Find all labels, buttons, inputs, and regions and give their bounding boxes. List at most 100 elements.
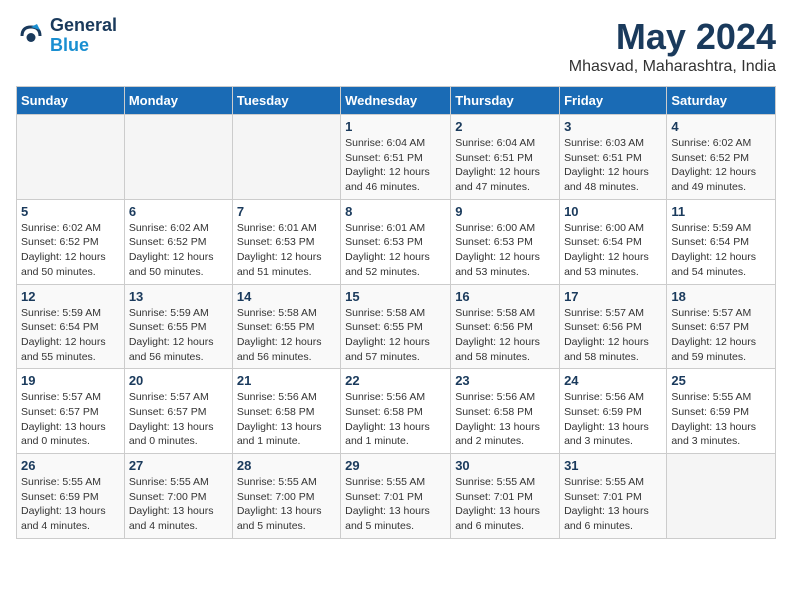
calendar-cell: 7 Sunrise: 6:01 AM Sunset: 6:53 PM Daylig… — [232, 199, 340, 284]
calendar-cell: 12 Sunrise: 5:59 AM Sunset: 6:54 PM Dayli… — [17, 284, 125, 369]
day-number: 19 — [21, 373, 120, 388]
month-title: May 2024 — [569, 16, 776, 58]
weekday-header-tuesday: Tuesday — [232, 87, 340, 115]
title-block: May 2024 Mhasvad, Maharashtra, India — [569, 16, 776, 76]
calendar-cell: 15 Sunrise: 5:58 AM Sunset: 6:55 PM Dayli… — [341, 284, 451, 369]
day-number: 11 — [671, 204, 771, 219]
calendar-cell: 26 Sunrise: 5:55 AM Sunset: 6:59 PM Dayli… — [17, 454, 125, 539]
calendar-week-row: 12 Sunrise: 5:59 AM Sunset: 6:54 PM Dayli… — [17, 284, 776, 369]
weekday-header-monday: Monday — [124, 87, 232, 115]
weekday-header-saturday: Saturday — [667, 87, 776, 115]
calendar-cell: 19 Sunrise: 5:57 AM Sunset: 6:57 PM Dayli… — [17, 369, 125, 454]
day-number: 7 — [237, 204, 336, 219]
day-info: Sunrise: 5:57 AM Sunset: 6:56 PM Dayligh… — [564, 306, 662, 365]
weekday-header-friday: Friday — [560, 87, 667, 115]
day-info: Sunrise: 5:59 AM Sunset: 6:55 PM Dayligh… — [129, 306, 228, 365]
calendar-cell: 28 Sunrise: 5:55 AM Sunset: 7:00 PM Dayli… — [232, 454, 340, 539]
calendar-cell — [232, 115, 340, 200]
day-info: Sunrise: 5:57 AM Sunset: 6:57 PM Dayligh… — [21, 390, 120, 449]
day-info: Sunrise: 6:02 AM Sunset: 6:52 PM Dayligh… — [129, 221, 228, 280]
calendar-cell: 29 Sunrise: 5:55 AM Sunset: 7:01 PM Dayli… — [341, 454, 451, 539]
calendar-cell: 21 Sunrise: 5:56 AM Sunset: 6:58 PM Dayli… — [232, 369, 340, 454]
calendar-cell — [17, 115, 125, 200]
calendar-cell — [124, 115, 232, 200]
day-info: Sunrise: 5:57 AM Sunset: 6:57 PM Dayligh… — [671, 306, 771, 365]
day-info: Sunrise: 5:58 AM Sunset: 6:55 PM Dayligh… — [237, 306, 336, 365]
day-number: 16 — [455, 289, 555, 304]
day-info: Sunrise: 5:55 AM Sunset: 7:01 PM Dayligh… — [345, 475, 446, 534]
calendar-cell: 17 Sunrise: 5:57 AM Sunset: 6:56 PM Dayli… — [560, 284, 667, 369]
day-info: Sunrise: 5:55 AM Sunset: 7:01 PM Dayligh… — [455, 475, 555, 534]
day-info: Sunrise: 6:04 AM Sunset: 6:51 PM Dayligh… — [345, 136, 446, 195]
day-number: 17 — [564, 289, 662, 304]
calendar-week-row: 26 Sunrise: 5:55 AM Sunset: 6:59 PM Dayli… — [17, 454, 776, 539]
day-number: 3 — [564, 119, 662, 134]
calendar-cell: 6 Sunrise: 6:02 AM Sunset: 6:52 PM Daylig… — [124, 199, 232, 284]
day-info: Sunrise: 5:55 AM Sunset: 7:01 PM Dayligh… — [564, 475, 662, 534]
day-number: 29 — [345, 458, 446, 473]
calendar-cell: 20 Sunrise: 5:57 AM Sunset: 6:57 PM Dayli… — [124, 369, 232, 454]
day-info: Sunrise: 6:00 AM Sunset: 6:53 PM Dayligh… — [455, 221, 555, 280]
day-number: 30 — [455, 458, 555, 473]
day-info: Sunrise: 6:04 AM Sunset: 6:51 PM Dayligh… — [455, 136, 555, 195]
calendar-cell: 24Sunrise: 5:56 AM Sunset: 6:59 PM Dayli… — [560, 369, 667, 454]
day-info: Sunrise: 5:56 AM Sunset: 6:58 PM Dayligh… — [455, 390, 555, 449]
calendar-cell: 8Sunrise: 6:01 AM Sunset: 6:53 PM Daylig… — [341, 199, 451, 284]
location: Mhasvad, Maharashtra, India — [569, 58, 776, 76]
calendar-cell: 23Sunrise: 5:56 AM Sunset: 6:58 PM Dayli… — [451, 369, 560, 454]
day-number: 1 — [345, 119, 446, 134]
day-number: 12 — [21, 289, 120, 304]
day-number: 26 — [21, 458, 120, 473]
weekday-header-thursday: Thursday — [451, 87, 560, 115]
day-info: Sunrise: 5:56 AM Sunset: 6:59 PM Dayligh… — [564, 390, 662, 449]
calendar-cell: 2 Sunrise: 6:04 AM Sunset: 6:51 PM Daylig… — [451, 115, 560, 200]
calendar-cell — [667, 454, 776, 539]
weekday-header-row: SundayMondayTuesdayWednesdayThursdayFrid… — [17, 87, 776, 115]
calendar-cell: 9 Sunrise: 6:00 AM Sunset: 6:53 PM Daylig… — [451, 199, 560, 284]
calendar-body: 1 Sunrise: 6:04 AM Sunset: 6:51 PM Daylig… — [17, 115, 776, 539]
day-number: 10 — [564, 204, 662, 219]
day-info: Sunrise: 5:55 AM Sunset: 6:59 PM Dayligh… — [21, 475, 120, 534]
calendar-cell: 4 Sunrise: 6:02 AM Sunset: 6:52 PM Daylig… — [667, 115, 776, 200]
day-number: 5 — [21, 204, 120, 219]
day-number: 9 — [455, 204, 555, 219]
day-info: Sunrise: 5:55 AM Sunset: 7:00 PM Dayligh… — [237, 475, 336, 534]
calendar-cell: 11 Sunrise: 5:59 AM Sunset: 6:54 PM Dayli… — [667, 199, 776, 284]
day-number: 13 — [129, 289, 228, 304]
day-number: 6 — [129, 204, 228, 219]
day-info: Sunrise: 5:57 AM Sunset: 6:57 PM Dayligh… — [129, 390, 228, 449]
day-number: 8 — [345, 204, 446, 219]
day-number: 4 — [671, 119, 771, 134]
day-info: Sunrise: 5:59 AM Sunset: 6:54 PM Dayligh… — [671, 221, 771, 280]
calendar-cell: 14Sunrise: 5:58 AM Sunset: 6:55 PM Dayli… — [232, 284, 340, 369]
day-info: Sunrise: 5:56 AM Sunset: 6:58 PM Dayligh… — [237, 390, 336, 449]
day-number: 27 — [129, 458, 228, 473]
calendar-cell: 27 Sunrise: 5:55 AM Sunset: 7:00 PM Dayli… — [124, 454, 232, 539]
calendar-week-row: 5 Sunrise: 6:02 AM Sunset: 6:52 PM Daylig… — [17, 199, 776, 284]
calendar-cell: 3 Sunrise: 6:03 AM Sunset: 6:51 PM Daylig… — [560, 115, 667, 200]
day-number: 20 — [129, 373, 228, 388]
day-info: Sunrise: 6:01 AM Sunset: 6:53 PM Dayligh… — [237, 221, 336, 280]
day-info: Sunrise: 5:55 AM Sunset: 7:00 PM Dayligh… — [129, 475, 228, 534]
day-info: Sunrise: 6:03 AM Sunset: 6:51 PM Dayligh… — [564, 136, 662, 195]
day-info: Sunrise: 5:58 AM Sunset: 6:55 PM Dayligh… — [345, 306, 446, 365]
day-info: Sunrise: 6:02 AM Sunset: 6:52 PM Dayligh… — [671, 136, 771, 195]
page-header: General Blue May 2024 Mhasvad, Maharasht… — [16, 16, 776, 76]
day-number: 31 — [564, 458, 662, 473]
weekday-header-sunday: Sunday — [17, 87, 125, 115]
logo-text: General Blue — [50, 16, 117, 56]
day-info: Sunrise: 6:00 AM Sunset: 6:54 PM Dayligh… — [564, 221, 662, 280]
day-number: 2 — [455, 119, 555, 134]
day-number: 22 — [345, 373, 446, 388]
day-info: Sunrise: 5:55 AM Sunset: 6:59 PM Dayligh… — [671, 390, 771, 449]
calendar-cell: 18Sunrise: 5:57 AM Sunset: 6:57 PM Dayli… — [667, 284, 776, 369]
calendar-cell: 5 Sunrise: 6:02 AM Sunset: 6:52 PM Daylig… — [17, 199, 125, 284]
day-number: 28 — [237, 458, 336, 473]
day-info: Sunrise: 6:02 AM Sunset: 6:52 PM Dayligh… — [21, 221, 120, 280]
day-info: Sunrise: 5:59 AM Sunset: 6:54 PM Dayligh… — [21, 306, 120, 365]
calendar-cell: 1 Sunrise: 6:04 AM Sunset: 6:51 PM Daylig… — [341, 115, 451, 200]
calendar-cell: 30 Sunrise: 5:55 AM Sunset: 7:01 PM Dayli… — [451, 454, 560, 539]
day-number: 21 — [237, 373, 336, 388]
calendar-cell: 16Sunrise: 5:58 AM Sunset: 6:56 PM Dayli… — [451, 284, 560, 369]
day-number: 15 — [345, 289, 446, 304]
